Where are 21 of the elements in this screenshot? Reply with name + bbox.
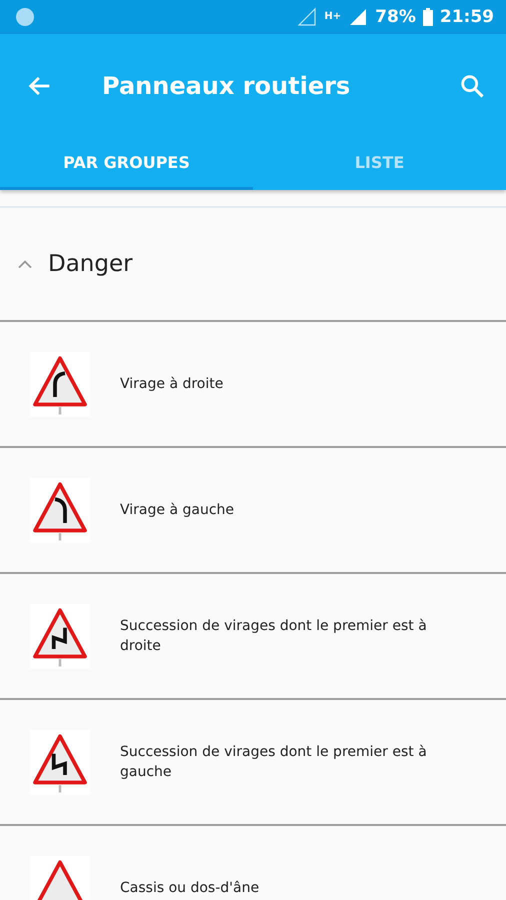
list-item[interactable]: Cassis ou dos-d'âne (0, 826, 506, 900)
signal-icon (348, 7, 368, 27)
sign-name: Cassis ou dos-d'âne (120, 878, 260, 898)
chevron-icon (16, 258, 34, 270)
battery-percent: 78% (375, 7, 416, 27)
app-title: Panneaux routiers (102, 72, 352, 100)
list-item[interactable]: Succession de virages dont le premier est à gauche (0, 700, 506, 826)
no-signal-icon (297, 7, 318, 27)
battery-icon (422, 8, 433, 26)
sign-name: Succession de virages dont le premier est à gauche (120, 742, 428, 782)
sign-name: Virage à droite (120, 374, 224, 394)
group-title: Danger (48, 251, 133, 277)
group-header[interactable]: Danger (0, 208, 506, 322)
list-item[interactable]: Virage à gauche (0, 448, 506, 574)
network-type: H+ (324, 12, 342, 22)
notification-icon (16, 8, 34, 26)
clock: 21:59 (440, 7, 494, 27)
list-item[interactable]: Succession de virages dont le premier est à droite (0, 574, 506, 700)
list-item[interactable]: Virage à droite (0, 322, 506, 448)
sign-name: Virage à gauche (120, 500, 235, 520)
sign-name: Succession de virages dont le premier est à droite (120, 616, 428, 656)
